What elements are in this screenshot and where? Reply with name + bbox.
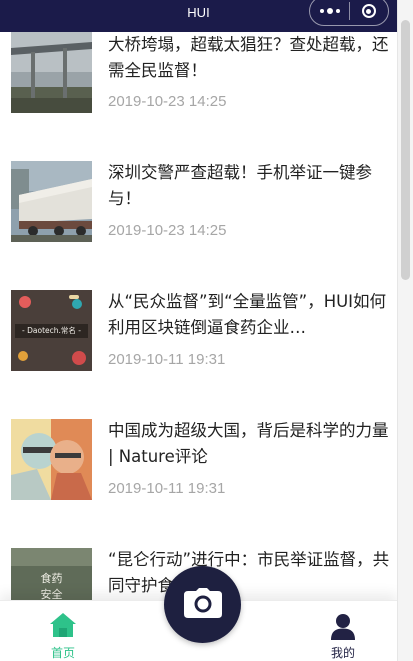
article-date: 2019-10-23 14:25 bbox=[108, 222, 227, 239]
home-icon bbox=[49, 611, 77, 643]
thumbnail-caption-line-2: 安全 bbox=[41, 587, 63, 601]
article-title: 深圳交警严查超载！手机举证一键参与！ bbox=[108, 163, 372, 208]
article-title: 大桥垮塌，超载太猖狂？查处超载，还需全民监督！ bbox=[108, 35, 389, 80]
article-item[interactable]: 深圳交警严查超载！手机举证一键参与！ 2019-10-23 14:25 bbox=[0, 161, 397, 261]
camera-icon bbox=[183, 587, 222, 622]
article-title: “昆仑行动”进行中：市民举证监督，共同守护食药安全 bbox=[108, 550, 390, 595]
tab-home[interactable]: 首页 bbox=[23, 601, 103, 661]
mini-program-capsule bbox=[309, 0, 389, 26]
thumbnail-caption: - Daotech.常名 - bbox=[22, 325, 81, 335]
user-icon bbox=[330, 613, 356, 645]
article-title: 中国成为超级大国，背后是科学的力量 | Nature评论 bbox=[108, 421, 389, 466]
article-thumbnail: - Daotech.常名 - bbox=[11, 290, 92, 371]
tab-mine-label: 我的 bbox=[330, 646, 355, 660]
tab-home-label: 首页 bbox=[50, 646, 75, 660]
phone-screen: HUI 大桥垮塌，超载太猖狂？查处超载，还需全民监督！ 2019-10-23 1… bbox=[0, 0, 397, 661]
tab-mine[interactable]: 我的 bbox=[303, 601, 383, 661]
article-thumbnail bbox=[11, 161, 92, 242]
article-thumbnail bbox=[11, 419, 92, 500]
article-thumbnail bbox=[11, 32, 92, 113]
scrollbar[interactable] bbox=[397, 0, 413, 661]
thumbnail-caption-line-1: 食药 bbox=[41, 571, 63, 585]
article-title: 从“民众监督”到“全量监管”，HUI如何利用区块链倒逼食药企业… bbox=[108, 292, 387, 337]
article-date: 2019-10-23 14:25 bbox=[108, 93, 227, 110]
article-item[interactable]: 大桥垮塌，超载太猖狂？查处超载，还需全民监督！ 2019-10-23 14:25 bbox=[0, 32, 397, 132]
navigation-bar: HUI bbox=[0, 0, 397, 32]
article-date: 2019-10-11 19:31 bbox=[108, 351, 226, 368]
article-date: 2019-10-11 19:31 bbox=[108, 480, 226, 497]
close-mini-program-icon[interactable] bbox=[350, 0, 388, 25]
article-item[interactable]: - Daotech.常名 - 从“民众监督”到“全量监管”，HUI如何利用区块链… bbox=[0, 290, 397, 390]
scrollbar-thumb[interactable] bbox=[401, 20, 410, 280]
camera-report-button[interactable] bbox=[164, 566, 241, 643]
article-item[interactable]: 中国成为超级大国，背后是科学的力量 | Nature评论 2019-10-11 … bbox=[0, 419, 397, 519]
more-options-icon[interactable] bbox=[310, 0, 349, 25]
